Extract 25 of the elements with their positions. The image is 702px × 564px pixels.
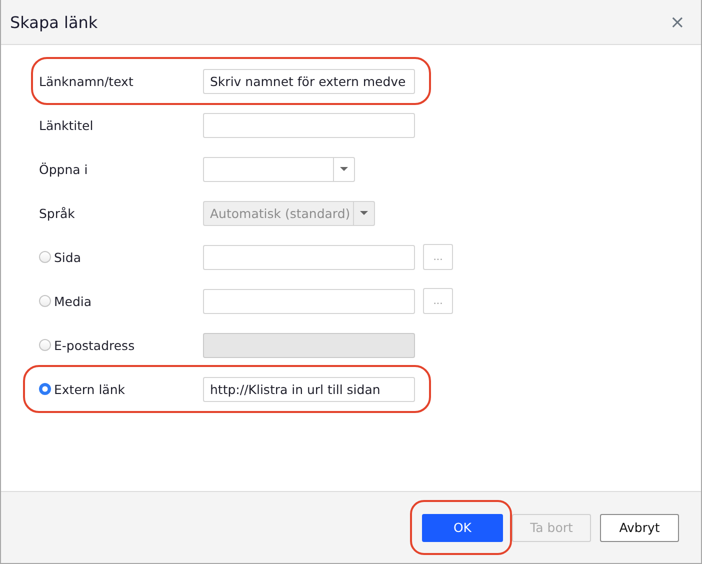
dialog-title: Skapa länk [10,12,98,32]
text-field[interactable]: http://Klistra in url till sidan [203,376,415,402]
browse-button[interactable]: ... [423,244,453,270]
caret-icon [360,211,368,215]
dialog-button[interactable]: Avbryt [600,514,679,542]
field-label: Extern länk [54,382,125,396]
text-field[interactable]: Skriv namnet för extern medve [203,68,415,94]
field-label: Länktitel [39,118,94,132]
radio-button[interactable] [39,383,51,395]
close-button[interactable]: × [670,12,685,32]
field-label: Sida [54,250,82,264]
text-field[interactable] [203,288,415,314]
field-label: Media [54,294,92,308]
radio-button[interactable] [39,295,51,307]
text-field[interactable] [203,244,415,270]
field-label: Länknamn/text [39,74,134,88]
radio-button[interactable] [39,251,51,263]
browse-button[interactable]: ... [423,288,453,314]
field-label: E-postadress [54,338,135,352]
caret-icon [340,167,348,171]
dropdown[interactable] [203,156,355,182]
field-label: Öppna i [39,162,88,176]
field-label: Språk [39,206,75,220]
text-field[interactable] [203,112,415,138]
ok-button[interactable]: OK [422,514,503,542]
